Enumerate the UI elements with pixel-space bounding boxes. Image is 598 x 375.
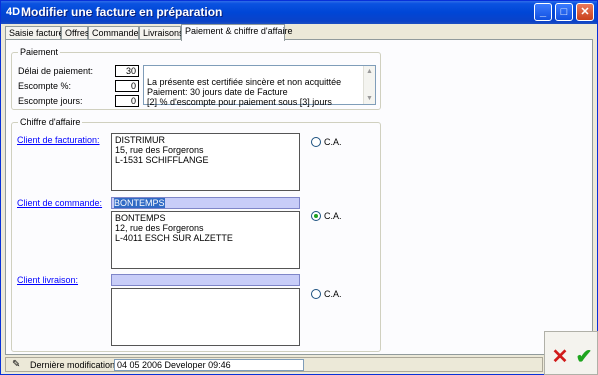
window-title: Modifier une facture en préparation — [21, 5, 223, 19]
payment-note-textarea[interactable]: La présente est certifiée sincère et non… — [143, 65, 376, 107]
client-commande-address[interactable]: BONTEMPS 12, rue des Forgerons L-4011 ES… — [111, 211, 300, 269]
payment-note-text: La présente est certifiée sincère et non… — [147, 77, 342, 107]
client-livraison-address[interactable] — [111, 288, 300, 346]
pen-icon: ✎ — [12, 359, 21, 370]
delai-paiement-label: Délai de paiement: — [18, 66, 94, 76]
client-commande-field[interactable]: BONTEMPS — [111, 197, 300, 209]
status-bar: ✎ Dernière modification: 04 05 2006 Deve… — [5, 357, 543, 372]
livraison-ca-radio[interactable] — [311, 289, 321, 299]
tab-saisie-facture[interactable]: Saisie facture — [5, 26, 64, 40]
invoice-window: 4D Modifier une facture en préparation _… — [0, 0, 598, 375]
client-livraison-field[interactable] — [111, 274, 300, 286]
client-facturation-address[interactable]: DISTRIMUR 15, rue des Forgerons L-1531 S… — [111, 133, 300, 191]
escompte-jours-label: Escompte jours: — [18, 96, 83, 106]
scroll-up-icon[interactable]: ▲ — [364, 66, 375, 77]
maximize-button[interactable]: □ — [555, 3, 573, 21]
facturation-ca-label: C.A. — [324, 137, 342, 147]
tab-paiement-chiffre[interactable]: Paiement & chiffre d'affaire — [181, 24, 292, 41]
chiffre-affaire-group-title: Chiffre d'affaire — [18, 117, 83, 127]
escompte-pct-label: Escompte %: — [18, 81, 72, 91]
paiement-group: Paiement Délai de paiement: 30 Escompte … — [11, 47, 381, 110]
escompte-jours-field[interactable]: 0 — [115, 95, 139, 107]
close-button[interactable]: ✕ — [576, 3, 594, 21]
tab-livraisons[interactable]: Livraisons — [139, 26, 184, 40]
client-commande-link[interactable]: Client de commande: — [17, 198, 102, 208]
last-modified-value: 04 05 2006 Developer 09:46 — [114, 359, 304, 371]
title-bar[interactable]: 4D Modifier une facture en préparation _… — [1, 1, 597, 24]
commande-ca-radio[interactable] — [311, 211, 321, 221]
tab-offres[interactable]: Offres — [61, 26, 89, 40]
escompte-pct-field[interactable]: 0 — [115, 80, 139, 92]
client-facturation-link[interactable]: Client de facturation: — [17, 135, 100, 145]
client-commande-value: BONTEMPS — [114, 198, 165, 208]
tab-commandes[interactable]: Commandes — [88, 26, 143, 40]
ok-button[interactable]: ✔ — [573, 346, 595, 368]
action-box: ✕ ✔ — [544, 331, 598, 375]
client-livraison-link[interactable]: Client livraison: — [17, 275, 78, 285]
livraison-ca-label: C.A. — [324, 289, 342, 299]
app-logo-icon: 4D — [6, 6, 21, 18]
commande-ca-label: C.A. — [324, 211, 342, 221]
chiffre-affaire-group: Chiffre d'affaire Client de facturation:… — [11, 117, 381, 352]
minimize-button[interactable]: _ — [534, 3, 552, 21]
facturation-ca-radio[interactable] — [311, 137, 321, 147]
tab-panel: Paiement Délai de paiement: 30 Escompte … — [5, 39, 593, 355]
scroll-down-icon[interactable]: ▼ — [364, 93, 375, 104]
cancel-button[interactable]: ✕ — [549, 346, 571, 368]
paiement-group-title: Paiement — [18, 47, 61, 57]
last-modified-label: Dernière modification: — [30, 360, 118, 370]
note-scrollbar[interactable]: ▲ ▼ — [363, 66, 375, 104]
delai-paiement-field[interactable]: 30 — [115, 65, 139, 77]
